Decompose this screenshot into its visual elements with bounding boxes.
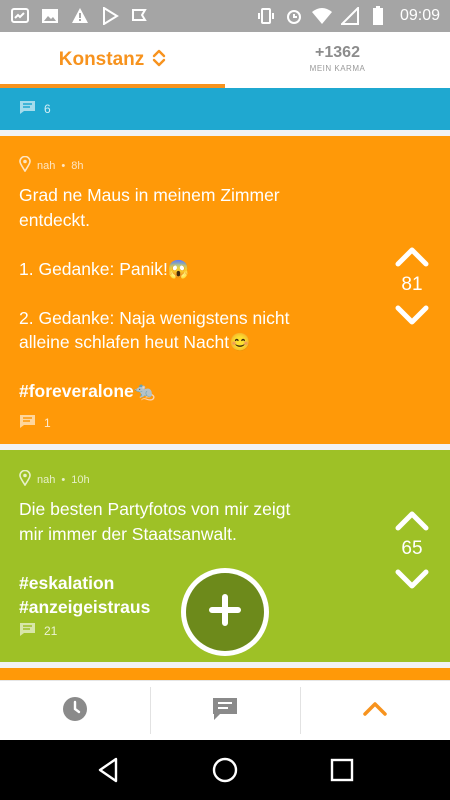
warning-icon — [70, 6, 90, 26]
vibrate-icon — [256, 6, 276, 26]
plus-icon — [208, 593, 242, 631]
vote-count: 81 — [401, 274, 423, 295]
vote-control: 81 — [394, 244, 430, 328]
post-card[interactable] — [0, 668, 450, 680]
hashtag[interactable]: #foreveralone🐀 — [19, 379, 374, 404]
tab-top[interactable] — [300, 681, 450, 740]
system-nav-bar — [0, 740, 450, 800]
upvote-button[interactable] — [394, 508, 430, 534]
karma-value: +1362 — [315, 44, 360, 61]
downvote-button[interactable] — [394, 566, 430, 592]
new-post-button[interactable] — [181, 568, 269, 656]
post-meta: nah • 8h — [19, 155, 83, 175]
tab-comments[interactable] — [150, 681, 300, 740]
comment-icon — [19, 622, 36, 640]
tab-recent[interactable] — [0, 681, 150, 740]
status-bar: 09:09 — [0, 0, 450, 32]
comment-icon — [19, 414, 36, 432]
location-pin-icon — [19, 155, 31, 175]
top-header: Konstanz +1362 MEIN KARMA — [0, 32, 450, 88]
comment-icon — [19, 100, 36, 118]
location-pin-icon — [19, 469, 31, 489]
vote-count: 65 — [401, 538, 423, 559]
chevron-up-down-icon — [152, 48, 166, 72]
recents-icon[interactable] — [322, 750, 362, 790]
upvote-button[interactable] — [394, 244, 430, 270]
battery-icon — [368, 6, 388, 26]
wifi-icon — [311, 6, 332, 26]
comment-count[interactable]: 6 — [19, 100, 51, 118]
clock-time: 09:09 — [399, 7, 440, 24]
home-icon[interactable] — [205, 750, 245, 790]
signal-icon — [340, 6, 360, 26]
clock-icon — [62, 696, 88, 726]
vote-control: 65 — [394, 508, 430, 592]
chat-icon — [212, 697, 238, 725]
post-card[interactable]: nah • 8h Grad ne Maus in meinem Zimmer e… — [0, 136, 450, 444]
downvote-button[interactable] — [394, 302, 430, 328]
alarm-icon — [284, 6, 304, 26]
chevron-up-icon — [362, 700, 388, 722]
play-store-icon — [100, 6, 120, 26]
comment-count[interactable]: 1 — [19, 414, 51, 432]
post-text: Grad ne Maus in meinem Zimmer entdeckt. … — [19, 183, 374, 404]
post-meta: nah • 10h — [19, 469, 90, 489]
flag-icon — [130, 6, 150, 26]
comment-count[interactable]: 21 — [19, 622, 57, 640]
karma-label: MEIN KARMA — [309, 64, 366, 73]
location-name: Konstanz — [58, 49, 145, 70]
bottom-tab-bar — [0, 680, 450, 740]
post-card[interactable]: 6 — [0, 88, 450, 130]
image-icon — [40, 6, 60, 26]
location-tab[interactable]: Konstanz — [0, 32, 225, 88]
back-icon[interactable] — [88, 750, 128, 790]
cast-icon — [10, 6, 30, 26]
karma-tab[interactable]: +1362 MEIN KARMA — [225, 32, 450, 88]
